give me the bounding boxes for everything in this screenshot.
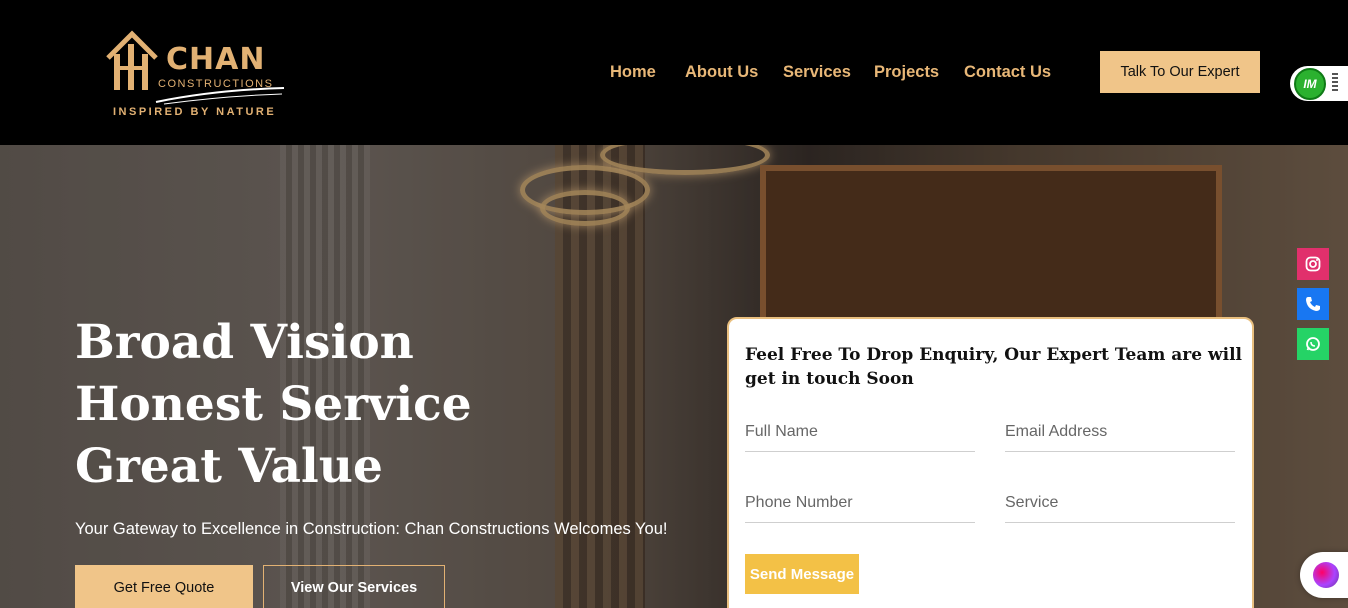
get-free-quote-button[interactable]: Get Free Quote (75, 565, 253, 608)
nav-about-us[interactable]: About Us (685, 63, 758, 82)
whatsapp-icon[interactable] (1297, 328, 1329, 360)
enquiry-form: Feel Free To Drop Enquiry, Our Expert Te… (727, 317, 1254, 608)
nav-home[interactable]: Home (610, 63, 656, 82)
full-name-field[interactable] (745, 413, 975, 452)
hero-subline: Your Gateway to Excellence in Constructi… (75, 520, 668, 538)
ai-assistant-widget[interactable] (1300, 552, 1348, 598)
im-logo-icon: IM (1294, 68, 1326, 100)
email-field[interactable] (1005, 413, 1235, 452)
phone-icon[interactable] (1297, 288, 1329, 320)
instagram-icon[interactable] (1297, 248, 1329, 280)
drag-handle-icon[interactable] (1332, 73, 1338, 93)
view-services-button[interactable]: View Our Services (263, 565, 445, 608)
logo-name: CHAN (166, 42, 266, 77)
service-field[interactable] (1005, 484, 1235, 523)
nav-projects[interactable]: Projects (874, 63, 939, 82)
house-logo-icon (106, 30, 158, 90)
nav-services[interactable]: Services (783, 63, 851, 82)
hero-headline-line-2: Honest Service (75, 377, 472, 432)
form-title: Feel Free To Drop Enquiry, Our Expert Te… (745, 345, 1243, 389)
chan-constructions-logo[interactable]: CHAN CONSTRUCTIONS INSPIRED BY NATURE (104, 30, 294, 122)
brain-icon (1313, 562, 1339, 588)
im-chat-widget[interactable]: IM (1290, 66, 1348, 101)
phone-field[interactable] (745, 484, 975, 523)
nav-contact-us[interactable]: Contact Us (964, 63, 1051, 82)
swoosh-icon (155, 87, 285, 105)
logo-tagline: INSPIRED BY NATURE (113, 106, 277, 118)
site-header: CHAN CONSTRUCTIONS INSPIRED BY NATURE Ho… (0, 0, 1348, 145)
talk-to-expert-button[interactable]: Talk To Our Expert (1100, 51, 1260, 93)
send-message-button[interactable]: Send Message (745, 554, 859, 594)
hero-section: Broad Vision Honest Service Great Value … (0, 145, 1348, 608)
hero-headline-line-1: Broad Vision (75, 315, 414, 370)
hero-headline-line-3: Great Value (75, 439, 383, 494)
